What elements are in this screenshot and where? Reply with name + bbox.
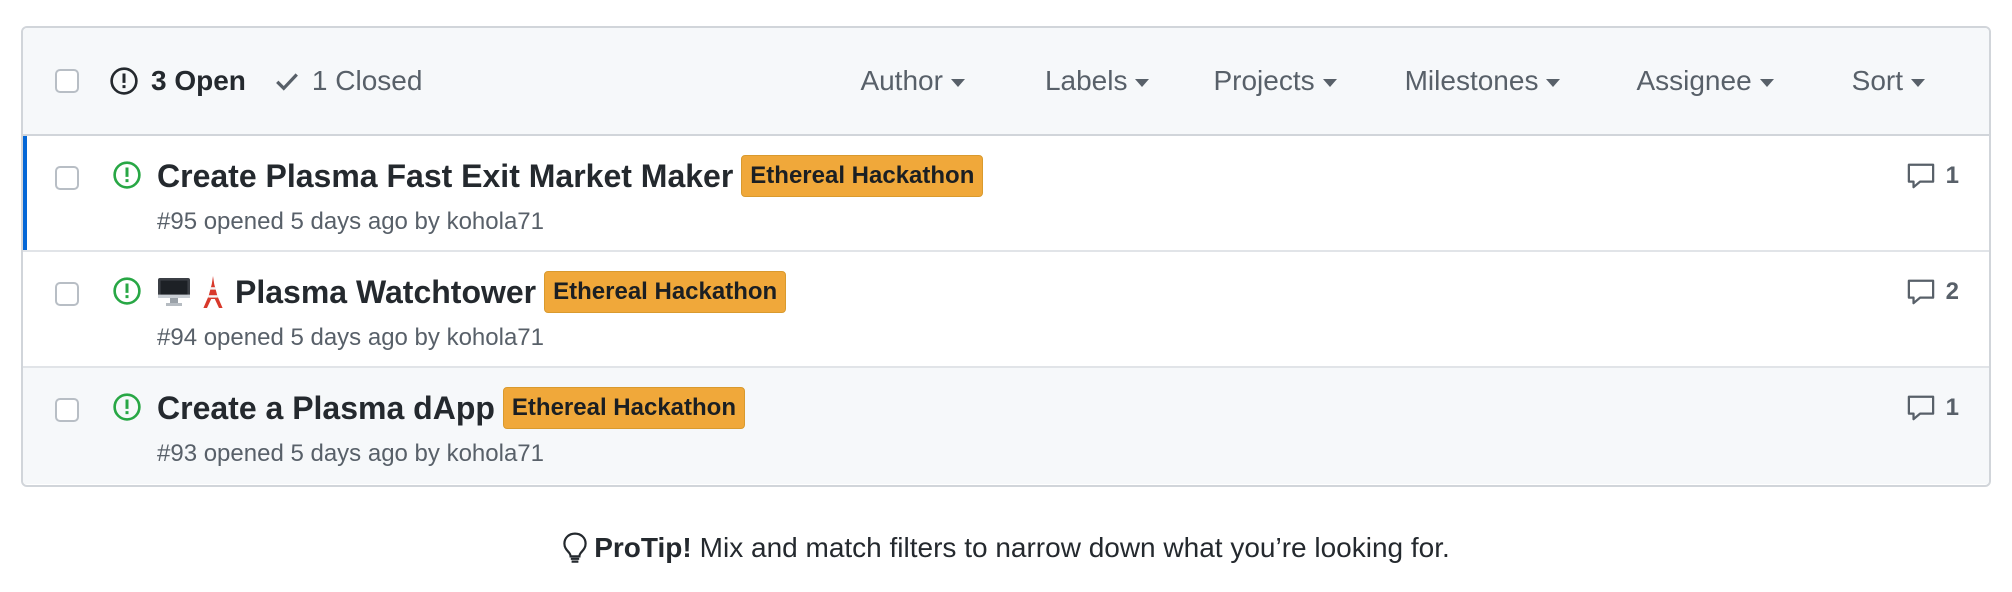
caret-down-icon	[1911, 78, 1925, 87]
desktop-computer-icon	[157, 277, 191, 307]
open-count-label: 3 Open	[151, 65, 246, 96]
caret-down-icon	[1135, 78, 1150, 87]
filter-projects-label: Projects	[1213, 65, 1315, 96]
issue-meta: #94 opened 5 days ago by kohola71	[157, 324, 544, 351]
filter-milestones[interactable]: Milestones	[1405, 65, 1561, 97]
issue-title-link[interactable]: Create Plasma Fast Exit Market Maker	[157, 158, 733, 195]
caret-down-icon	[1546, 78, 1561, 87]
filter-sort-label: Sort	[1851, 65, 1903, 96]
closed-issues-link[interactable]: 1 Closed	[274, 65, 423, 97]
issue-label[interactable]: Ethereal Hackathon	[544, 271, 787, 313]
issue-checkbox[interactable]	[55, 282, 79, 306]
issue-title-link[interactable]: Plasma Watchtower	[235, 274, 536, 311]
filter-author-label: Author	[860, 65, 943, 96]
caret-down-icon	[1322, 78, 1337, 87]
filter-assignee[interactable]: Assignee	[1636, 65, 1774, 97]
check-icon	[276, 73, 298, 91]
issue-label[interactable]: Ethereal Hackathon	[502, 387, 745, 429]
issue-row[interactable]: Create a Plasma dApp Ethereal Hackathon …	[23, 368, 1989, 484]
filter-labels[interactable]: Labels	[1045, 65, 1150, 97]
protip-heading: ProTip!	[594, 532, 692, 563]
comments-link[interactable]: 2	[1906, 278, 1959, 306]
tokyo-tower-icon	[201, 276, 225, 308]
issue-meta: #93 opened 5 days ago by kohola71	[157, 440, 544, 467]
filter-assignee-label: Assignee	[1636, 65, 1752, 96]
comments-link[interactable]: 1	[1906, 162, 1959, 190]
comment-count: 1	[1945, 162, 1959, 189]
issue-label[interactable]: Ethereal Hackathon	[741, 155, 984, 197]
select-all-checkbox[interactable]	[55, 69, 79, 93]
issues-list-header: 3 Open 1 Closed Author Labels Projects M…	[23, 28, 1989, 136]
issue-opened-icon	[113, 393, 141, 421]
state-toggles: 3 Open 1 Closed	[109, 28, 422, 134]
issue-checkbox[interactable]	[55, 398, 79, 422]
issue-checkbox[interactable]	[55, 166, 79, 190]
comment-icon	[1907, 163, 1934, 189]
issue-title-link[interactable]: Create a Plasma dApp	[157, 390, 495, 427]
open-issues-link[interactable]: 3 Open	[109, 65, 246, 97]
issue-opened-icon	[113, 277, 141, 305]
protip-text: Mix and match filters to narrow down wha…	[699, 532, 1450, 563]
issue-opened-icon	[110, 67, 138, 95]
caret-down-icon	[1759, 78, 1774, 87]
closed-count-label: 1 Closed	[311, 65, 423, 96]
filter-sort[interactable]: Sort	[1852, 65, 1925, 97]
filter-bar: Author Labels Projects Milestones Assign…	[860, 28, 1989, 134]
filter-milestones-label: Milestones	[1404, 65, 1539, 96]
comments-link[interactable]: 1	[1906, 394, 1959, 422]
filter-projects[interactable]: Projects	[1213, 65, 1337, 97]
caret-down-icon	[950, 78, 965, 87]
issue-opened-icon	[113, 161, 141, 189]
issue-row[interactable]: Create Plasma Fast Exit Market Maker Eth…	[23, 136, 1989, 252]
filter-author[interactable]: Author	[860, 65, 965, 97]
issues-list: 3 Open 1 Closed Author Labels Projects M…	[21, 26, 1991, 487]
comment-icon	[1907, 395, 1934, 421]
comment-count: 1	[1945, 394, 1959, 421]
issue-row[interactable]: Plasma Watchtower Ethereal Hackathon #94…	[23, 252, 1989, 368]
filter-labels-label: Labels	[1044, 65, 1128, 96]
comment-icon	[1907, 279, 1934, 305]
light-bulb-icon	[563, 532, 587, 563]
issue-meta: #95 opened 5 days ago by kohola71	[157, 208, 544, 235]
protip: ProTip! Mix and match filters to narrow …	[0, 532, 2012, 564]
comment-count: 2	[1945, 278, 1959, 305]
